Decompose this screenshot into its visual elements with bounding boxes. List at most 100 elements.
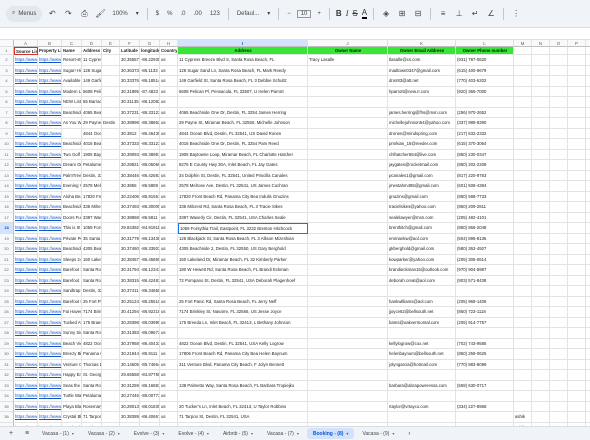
table-cell[interactable]: (850) 866-2048 xyxy=(456,223,514,234)
row-header[interactable]: 18 xyxy=(0,223,14,234)
table-cell[interactable]: (817) 220-9763 xyxy=(456,170,514,181)
table-cell[interactable] xyxy=(102,191,120,202)
table-cell[interactable] xyxy=(308,170,388,181)
table-cell[interactable]: 1059 Forsythia Trail, Eastpoint, FL 3232… xyxy=(178,223,308,234)
table-cell[interactable] xyxy=(308,76,388,87)
row-header[interactable]: 33 xyxy=(0,380,14,391)
row-header[interactable]: 14 xyxy=(0,181,14,192)
link-cell[interactable]: https://www. xyxy=(14,359,38,370)
table-cell[interactable]: 71 Tarpon St, Destin, FL 32541, USA xyxy=(178,412,308,423)
table-cell[interactable]: -86.33123 xyxy=(140,139,160,150)
header-cell[interactable] xyxy=(568,47,586,55)
table-cell[interactable] xyxy=(586,118,590,129)
table-cell[interactable] xyxy=(586,402,590,412)
table-cell[interactable]: us xyxy=(160,97,178,108)
table-cell[interactable] xyxy=(514,118,532,129)
table-cell[interactable]: 30.224066 xyxy=(120,191,140,202)
table-cell[interactable]: 30.374603 xyxy=(120,244,140,255)
table-cell[interactable]: 4305 Beachside 2, Destin, FL 32550, US G… xyxy=(178,244,308,255)
link-cell[interactable]: https://www. xyxy=(14,170,38,181)
table-cell[interactable] xyxy=(568,107,586,118)
table-cell[interactable]: 149 Garfie Santa Rosa Bea xyxy=(82,76,102,87)
table-cell[interactable] xyxy=(550,212,568,223)
table-cell[interactable] xyxy=(308,97,388,108)
table-cell[interactable] xyxy=(550,191,568,202)
table-cell[interactable]: 3397 Wave Destin xyxy=(82,212,102,223)
column-header-c[interactable]: C xyxy=(62,40,82,47)
table-cell[interactable]: -85.9111 xyxy=(140,349,160,360)
note-cell[interactable]: ashik xyxy=(514,422,532,426)
table-cell[interactable]: 25 Fort Pk Inlet Beac xyxy=(82,296,102,307)
table-cell[interactable] xyxy=(586,171,590,181)
table-cell[interactable] xyxy=(514,160,532,171)
table-cell[interactable] xyxy=(532,65,550,76)
table-cell[interactable] xyxy=(514,139,532,150)
table-cell[interactable] xyxy=(550,181,568,192)
table-cell[interactable]: -86.1133 xyxy=(140,65,160,76)
table-cell[interactable]: 4822 Oces Destin xyxy=(82,338,102,349)
table-cell[interactable] xyxy=(102,233,120,244)
table-cell[interactable]: 138 Palmetto Way, Santa Rosa Beach, FL B… xyxy=(178,380,308,391)
select-all-corner[interactable] xyxy=(0,40,14,47)
column-header-d[interactable]: D xyxy=(82,40,102,47)
table-cell[interactable]: -86.30005 xyxy=(140,202,160,213)
table-cell[interactable] xyxy=(550,349,568,360)
table-cell[interactable] xyxy=(568,139,586,150)
table-cell[interactable] xyxy=(62,128,82,139)
table-cell[interactable] xyxy=(102,244,120,255)
table-cell[interactable] xyxy=(102,65,120,76)
link-cell[interactable]: https://www. xyxy=(38,349,62,360)
table-cell[interactable] xyxy=(514,107,532,118)
table-cell[interactable] xyxy=(550,233,568,244)
table-cell[interactable] xyxy=(550,244,568,255)
link-cell[interactable]: https://www. xyxy=(14,338,38,349)
table-cell[interactable]: 4065 Beachside One Dr xyxy=(82,107,102,118)
sheet-tab[interactable]: Evolve - (3) ▾ xyxy=(128,428,171,439)
sheet-tab[interactable]: Vacasa - (1) ▾ xyxy=(36,428,80,439)
table-cell[interactable]: -86.12343 xyxy=(140,265,160,276)
header-cell[interactable]: Name xyxy=(62,47,82,55)
zoom-select[interactable]: 100% xyxy=(110,11,129,17)
table-cell[interactable] xyxy=(102,212,120,223)
link-cell[interactable]: https://www. xyxy=(38,86,62,97)
table-cell[interactable] xyxy=(456,370,514,381)
header-cell[interactable]: Source Link xyxy=(14,47,38,55)
table-cell[interactable] xyxy=(308,107,388,118)
row-header[interactable]: 6 xyxy=(0,97,14,108)
table-cell[interactable]: -86.25519 xyxy=(140,296,160,307)
table-cell[interactable] xyxy=(550,296,568,307)
link-cell[interactable]: https://www. xyxy=(14,223,38,234)
table-cell[interactable]: -86.40667 xyxy=(140,412,160,423)
table-cell[interactable]: jolyngarcia@hotmail.com xyxy=(388,359,456,370)
table-cell[interactable] xyxy=(102,55,120,66)
table-cell[interactable] xyxy=(550,370,568,381)
link-cell[interactable]: https://www. xyxy=(14,275,38,286)
row-header[interactable]: 30 xyxy=(0,349,14,360)
table-cell[interactable]: Sandtrap xyxy=(62,286,82,297)
table-cell[interactable]: 30.383895 xyxy=(120,412,140,423)
link-cell[interactable]: https://www. xyxy=(14,412,38,423)
table-cell[interactable] xyxy=(308,265,388,276)
table-cell[interactable] xyxy=(102,254,120,265)
table-cell[interactable] xyxy=(514,244,532,255)
table-cell[interactable] xyxy=(550,55,568,66)
table-cell[interactable] xyxy=(102,275,120,286)
table-cell[interactable]: 128 Sugar Sand Ln, Santa Rosa Beach, FL … xyxy=(178,65,308,76)
table-cell[interactable] xyxy=(568,307,586,318)
add-sheet-icon[interactable]: + xyxy=(4,430,18,437)
sheet-tab[interactable]: Vacasa - (9) ▾ xyxy=(356,428,400,439)
table-cell[interactable]: Destin, 33 Destin xyxy=(82,170,102,181)
header-cell[interactable]: Latitude xyxy=(120,47,140,55)
table-cell[interactable]: us xyxy=(160,328,178,339)
table-cell[interactable] xyxy=(550,107,568,118)
table-cell[interactable] xyxy=(514,307,532,318)
row-header[interactable]: 23 xyxy=(0,275,14,286)
table-cell[interactable] xyxy=(586,97,590,108)
table-cell[interactable] xyxy=(586,181,590,192)
table-cell[interactable]: Barefoot I xyxy=(62,296,82,307)
table-cell[interactable]: 4305 Beac Destin xyxy=(82,244,102,255)
table-cell[interactable]: us xyxy=(160,160,178,171)
table-cell[interactable] xyxy=(550,317,568,328)
table-cell[interactable] xyxy=(568,317,586,328)
chevron-down-icon[interactable]: ▾ xyxy=(162,431,164,436)
